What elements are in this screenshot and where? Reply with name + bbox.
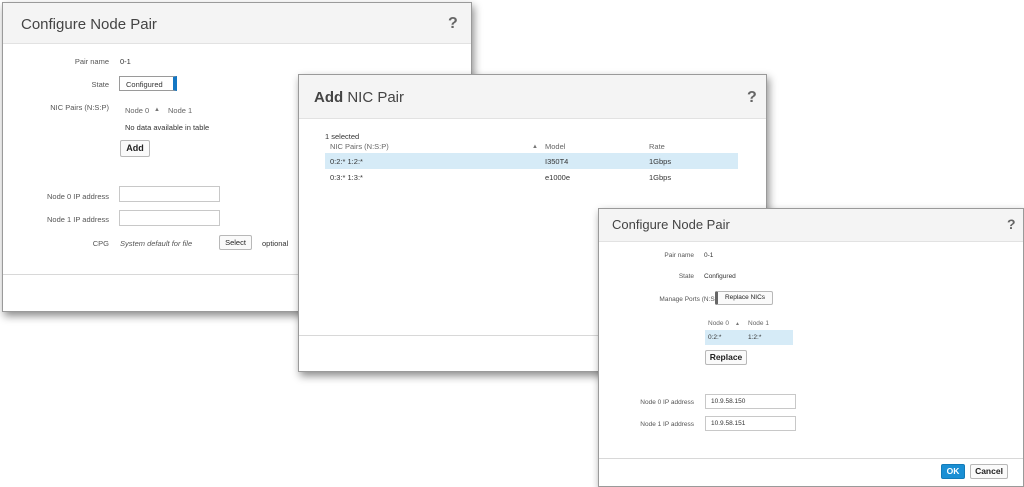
help-icon[interactable]: ? xyxy=(1007,216,1016,232)
dialog-title-bold: Add xyxy=(314,89,344,106)
pair-name-label: Pair name xyxy=(74,57,109,66)
column-header-node-0[interactable]: Node 0 xyxy=(125,106,149,115)
pair-name-value: 0-1 xyxy=(704,252,714,259)
dialog-header: Configure Node Pair ? xyxy=(599,209,1023,242)
column-header-node-1[interactable]: Node 1 xyxy=(748,320,769,327)
node-1-ip-input[interactable] xyxy=(119,210,220,226)
dialog-header: Configure Node Pair ? xyxy=(3,3,471,44)
model-cell: e1000e xyxy=(545,173,571,182)
select-button[interactable]: Select xyxy=(219,235,252,250)
state-label: State xyxy=(91,80,109,89)
pair-name-label: Pair name xyxy=(664,252,694,259)
cpg-label: CPG xyxy=(92,239,109,248)
ok-button[interactable]: OK xyxy=(941,464,965,479)
node-0-ip-label: Node 0 IP address xyxy=(47,192,109,201)
help-icon[interactable]: ? xyxy=(747,89,757,107)
dialog-footer-divider xyxy=(599,458,1023,459)
nic-pairs-label: NIC Pairs (N:S:P) xyxy=(50,103,109,112)
dialog-title: Configure Node Pair xyxy=(21,16,157,33)
model-cell: I350T4 xyxy=(545,157,569,166)
help-icon[interactable]: ? xyxy=(448,15,458,33)
sort-asc-icon: ▲ xyxy=(154,107,160,113)
replace-button[interactable]: Replace xyxy=(705,350,747,365)
node-1-cell: 1:2:* xyxy=(748,334,762,341)
node-0-ip-input[interactable]: 10.9.58.150 xyxy=(705,394,796,409)
table-row[interactable]: 0:2:* 1:2:* I350T4 1Gbps xyxy=(325,153,738,169)
dialog-title-rest: NIC Pair xyxy=(343,89,405,106)
pair-name-value: 0-1 xyxy=(120,57,131,66)
column-header-model[interactable]: Model xyxy=(545,142,565,151)
sort-asc-icon: ▲ xyxy=(735,321,740,327)
state-label: State xyxy=(678,273,694,280)
state-value: Configured xyxy=(704,273,736,280)
node-0-ip-label: Node 0 IP address xyxy=(640,399,694,406)
selected-count: 1 selected xyxy=(325,132,360,141)
manage-ports-label: Manage Ports (N:S:P) xyxy=(659,296,723,303)
node-0-cell: 0:2:* xyxy=(708,334,722,341)
state-dropdown[interactable]: Configured xyxy=(119,76,177,91)
rate-cell: 1Gbps xyxy=(649,173,672,182)
nic-pairs-cell: 0:2:* 1:2:* xyxy=(330,157,363,166)
dialog-title: Add NIC Pair xyxy=(314,89,404,106)
cancel-button[interactable]: Cancel xyxy=(970,464,1008,479)
column-header-node-1[interactable]: Node 1 xyxy=(168,106,192,115)
node-1-ip-input[interactable]: 10.9.58.151 xyxy=(705,416,796,431)
sort-asc-icon: ▲ xyxy=(532,144,538,150)
column-header-rate[interactable]: Rate xyxy=(649,142,665,151)
cpg-value: System default for file xyxy=(120,239,193,248)
empty-table-text: No data available in table xyxy=(125,123,210,132)
optional-text: optional xyxy=(262,239,289,248)
rate-cell: 1Gbps xyxy=(649,157,672,166)
add-button[interactable]: Add xyxy=(120,140,150,157)
replace-nics-button[interactable]: Replace NICs xyxy=(715,291,773,305)
table-row[interactable]: 0:2:* 1:2:* xyxy=(705,330,793,345)
configure-node-pair-dialog-2: Configure Node Pair ? Pair name 0-1 Stat… xyxy=(598,208,1024,487)
column-header-node-0[interactable]: Node 0 xyxy=(708,320,729,327)
dialog-title: Configure Node Pair xyxy=(612,217,730,232)
node-0-ip-input[interactable] xyxy=(119,186,220,202)
node-1-ip-label: Node 1 IP address xyxy=(47,215,109,224)
dialog-header: Add NIC Pair ? xyxy=(299,75,766,119)
node-1-ip-label: Node 1 IP address xyxy=(640,421,694,428)
nic-pairs-cell: 0:3:* 1:3:* xyxy=(330,173,363,182)
table-row[interactable]: 0:3:* 1:3:* e1000e 1Gbps xyxy=(325,169,738,185)
column-header-nic-pairs[interactable]: NIC Pairs (N:S:P) xyxy=(330,142,389,151)
